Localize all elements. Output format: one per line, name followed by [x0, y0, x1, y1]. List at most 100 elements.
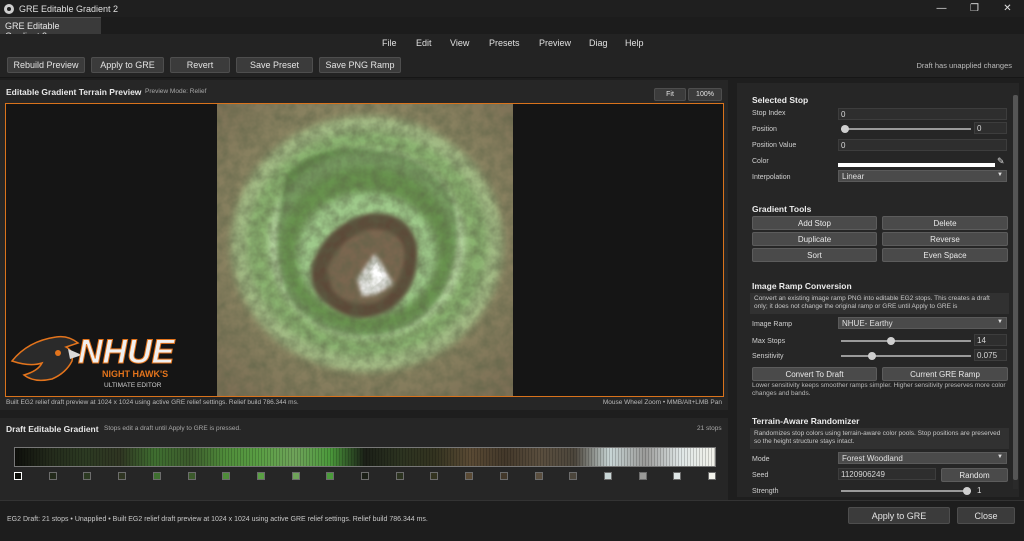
strength-slider-knob[interactable] [963, 487, 971, 495]
zoom-100-button[interactable]: 100% [688, 88, 722, 101]
menu-edit[interactable]: Edit [416, 38, 432, 48]
gradient-stop-4[interactable] [152, 472, 161, 480]
gradient-stop-2[interactable] [83, 472, 92, 480]
menu-diag[interactable]: Diag [589, 38, 608, 48]
image-ramp-select[interactable]: NHUE- Earthy ▼ [838, 317, 1007, 329]
sensitivity-label: Sensitivity [752, 353, 784, 360]
toolbar: Rebuild Preview Apply to GRE Revert Save… [0, 52, 1024, 78]
gradient-stop-12[interactable] [430, 472, 439, 480]
tab-bar: GRE Editable Gradient 2 [0, 17, 1024, 41]
delete-stop-button[interactable]: Delete [882, 216, 1008, 230]
gradient-stop-19[interactable] [673, 472, 682, 480]
stop-index-field[interactable]: 0 [838, 108, 1007, 120]
menu-preview[interactable]: Preview [539, 38, 571, 48]
gradient-stop-11[interactable] [395, 472, 404, 480]
minimize-button[interactable]: — [925, 0, 958, 17]
gradient-stop-3[interactable] [118, 472, 127, 480]
terrain-viewport[interactable]: NHUE NIGHT HAWK'S ULTIMATE EDITOR [5, 103, 724, 397]
window-controls: — ❐ ✕ [925, 0, 1024, 17]
scrollbar-thumb[interactable] [1013, 95, 1018, 480]
gradient-stop-20[interactable] [708, 472, 716, 480]
image-ramp-label: Image Ramp [752, 321, 793, 328]
gradient-stop-14[interactable] [499, 472, 508, 480]
menu-presets[interactable]: Presets [489, 38, 520, 48]
sensitivity-field[interactable]: 0.075 [974, 349, 1007, 361]
current-gre-ramp-button[interactable]: Current GRE Ramp [882, 367, 1008, 381]
revert-button[interactable]: Revert [170, 57, 230, 73]
fit-button[interactable]: Fit [654, 88, 686, 101]
gradient-stop-16[interactable] [569, 472, 578, 480]
position-slider[interactable] [841, 125, 971, 133]
max-stops-slider-knob[interactable] [887, 337, 896, 345]
mode-value: Forest Woodland [842, 454, 903, 463]
gradient-stop-15[interactable] [534, 472, 543, 480]
nhue-logo: NHUE NIGHT HAWK'S ULTIMATE EDITOR [10, 333, 176, 389]
maximize-button[interactable]: ❐ [958, 0, 991, 17]
seed-field[interactable]: 1120906249 [838, 468, 936, 480]
status-bar: EG2 Draft: 21 stops • Unapplied • Built … [0, 500, 1024, 541]
gradient-stop-0[interactable] [14, 472, 22, 480]
strength-slider[interactable] [841, 487, 971, 495]
gradient-stop-7[interactable] [256, 472, 265, 480]
random-button[interactable]: Random [941, 468, 1008, 482]
gradient-stop-1[interactable] [48, 472, 57, 480]
seed-label: Seed [752, 472, 769, 479]
close-window-button[interactable]: ✕ [991, 0, 1024, 17]
interpolation-select[interactable]: Linear ▼ [838, 170, 1007, 182]
color-swatch[interactable] [838, 163, 995, 167]
rebuild-preview-button[interactable]: Rebuild Preview [7, 57, 85, 73]
menu-help[interactable]: Help [625, 38, 644, 48]
even-space-button[interactable]: Even Space [882, 248, 1008, 262]
gradient-bar[interactable] [14, 447, 716, 467]
gradient-stop-13[interactable] [465, 472, 474, 480]
logo-tagline: ULTIMATE EDITOR [104, 382, 162, 389]
window-title: GRE Editable Gradient 2 [19, 3, 119, 14]
gradient-stop-10[interactable] [361, 472, 369, 480]
menu-view[interactable]: View [450, 38, 469, 48]
menu-file[interactable]: File [382, 38, 397, 48]
save-preset-button[interactable]: Save Preset [236, 57, 313, 73]
duplicate-button[interactable]: Duplicate [752, 232, 877, 246]
chevron-down-icon: ▼ [997, 319, 1003, 325]
add-stop-button[interactable]: Add Stop [752, 216, 877, 230]
gradient-tools-title: Gradient Tools [752, 204, 812, 214]
max-stops-slider[interactable] [841, 337, 971, 345]
reverse-button[interactable]: Reverse [882, 232, 1008, 246]
convert-to-draft-button[interactable]: Convert To Draft [752, 367, 877, 381]
preview-mode-label: Preview Mode: Relief [145, 88, 207, 95]
apply-to-gre-button[interactable]: Apply to GRE [91, 57, 164, 73]
position-value-field[interactable]: 0 [838, 139, 1007, 151]
position-field[interactable]: 0 [974, 122, 1007, 134]
gradient-stop-8[interactable] [291, 472, 300, 480]
mode-label: Mode [752, 456, 770, 463]
eyedropper-icon[interactable]: ✎ [997, 156, 1005, 167]
document-tab[interactable]: GRE Editable Gradient 2 [0, 17, 101, 41]
max-stops-field[interactable]: 14 [974, 334, 1007, 346]
footer-apply-button[interactable]: Apply to GRE [848, 507, 950, 524]
position-label: Position [752, 126, 777, 133]
randomizer-title: Terrain-Aware Randomizer [752, 416, 860, 426]
position-slider-knob[interactable] [841, 125, 849, 133]
properties-scrollbar[interactable] [1013, 95, 1018, 489]
gradient-stop-17[interactable] [603, 472, 612, 480]
footer-close-button[interactable]: Close [957, 507, 1015, 524]
gradient-panel: Draft Editable Gradient Stops edit a dra… [0, 418, 728, 500]
color-label: Color [752, 158, 769, 165]
gradient-stop-6[interactable] [222, 472, 231, 480]
gradient-bar-texture [15, 448, 715, 466]
sensitivity-slider-knob[interactable] [867, 352, 876, 360]
position-value-label: Position Value [752, 142, 797, 149]
logo-subtitle: NIGHT HAWK'S [102, 369, 168, 379]
mode-select[interactable]: Forest Woodland ▼ [838, 452, 1007, 464]
gradient-stop-18[interactable] [638, 472, 647, 480]
sensitivity-slider[interactable] [841, 352, 971, 360]
save-png-ramp-button[interactable]: Save PNG Ramp [319, 57, 401, 73]
stop-index-label: Stop Index [752, 110, 786, 117]
gradient-stop-5[interactable] [187, 472, 196, 480]
interpolation-value: Linear [842, 172, 865, 181]
image-ramp-title: Image Ramp Conversion [752, 281, 852, 291]
preview-panel: Editable Gradient Terrain Preview Previe… [0, 80, 728, 410]
logo-brand: NHUE [78, 333, 176, 371]
sort-button[interactable]: Sort [752, 248, 877, 262]
gradient-stop-9[interactable] [326, 472, 335, 480]
